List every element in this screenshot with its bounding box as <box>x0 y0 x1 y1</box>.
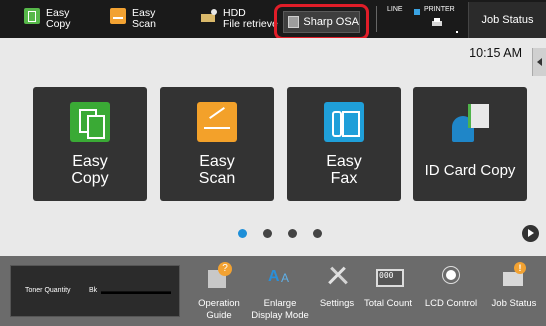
brightness-icon <box>438 262 464 288</box>
bottom-label: Total Count <box>363 298 413 309</box>
tile-label-line1: Easy <box>199 153 235 170</box>
page-dot-active[interactable] <box>238 229 247 238</box>
next-page-button[interactable] <box>522 225 539 242</box>
quick-label-line2: Copy <box>46 18 71 30</box>
device-status-area: LINE PRINTER <box>376 2 466 36</box>
tile-label-line2: Copy <box>71 170 109 187</box>
toner-quantity-panel: Toner Quantity Bk <box>10 265 180 317</box>
tile-easy-fax[interactable]: Easy Fax <box>287 87 401 201</box>
bottom-label: Job Status <box>491 298 537 309</box>
bottom-label-line2: Guide <box>206 310 232 321</box>
tile-label-line1: Easy <box>72 153 108 170</box>
tile-label: ID Card Copy <box>424 162 516 179</box>
tile-easy-copy[interactable]: Easy Copy <box>33 87 147 201</box>
job-status-icon <box>501 262 527 288</box>
bottom-label-line1: Enlarge <box>263 298 297 309</box>
job-status-button[interactable]: Job Status <box>468 2 546 38</box>
side-panel-tab[interactable] <box>532 48 546 76</box>
page-dot[interactable] <box>288 229 297 238</box>
settings-icon <box>324 262 350 288</box>
folder-icon <box>201 8 217 24</box>
bottom-label-line1: Operation <box>198 298 240 309</box>
printer-icon <box>432 18 442 27</box>
job-status-bottom-button[interactable]: Job Status <box>484 258 544 324</box>
indicator-dot <box>456 31 458 33</box>
quick-label-line2: File retrieve <box>223 18 278 30</box>
copy-icon <box>24 8 40 24</box>
enlarge-display-mode-button[interactable]: Enlarge Display Mode <box>244 258 316 324</box>
settings-button[interactable]: Settings <box>312 258 362 324</box>
enlarge-icon <box>267 262 293 288</box>
guide-icon <box>206 262 232 288</box>
status-led-icon <box>414 9 420 15</box>
copy-icon <box>70 102 110 142</box>
top-bar: Easy Copy Easy Scan HDD File retrieve Sh… <box>0 0 546 40</box>
bottom-bar: Toner Quantity Bk Operation Guide Enlarg… <box>0 256 546 326</box>
clock: 10:15 AM <box>469 46 522 60</box>
total-count-button[interactable]: Total Count <box>358 258 418 324</box>
bottom-label: LCD Control <box>424 298 478 309</box>
tile-easy-scan[interactable]: Easy Scan <box>160 87 274 201</box>
line-status-label: LINE <box>387 6 403 13</box>
tile-id-card-copy[interactable]: ID Card Copy <box>413 87 527 201</box>
operation-guide-button[interactable]: Operation Guide <box>188 258 250 324</box>
quick-label-line2: Scan <box>132 18 156 30</box>
lcd-control-button[interactable]: LCD Control <box>418 258 484 324</box>
scan-icon <box>197 102 237 142</box>
tile-label-line1: Easy <box>326 153 362 170</box>
page-dot[interactable] <box>263 229 272 238</box>
bottom-label-line2: Display Mode <box>251 310 309 321</box>
bottom-label: Settings <box>319 298 355 309</box>
counter-icon <box>375 262 404 288</box>
toner-level-bar <box>101 291 171 294</box>
sharp-osa-button[interactable]: Sharp OSA <box>283 11 360 33</box>
page-dot[interactable] <box>313 229 322 238</box>
scan-icon <box>110 8 126 24</box>
tile-label-line2: Scan <box>198 170 236 187</box>
sharp-osa-label: Sharp OSA <box>303 16 359 28</box>
app-icon <box>288 16 300 28</box>
tile-label-line2: Fax <box>330 170 358 187</box>
toner-color-label: Bk <box>89 287 98 294</box>
fax-icon <box>324 102 364 142</box>
quick-hdd-file-retrieve-button[interactable]: HDD File retrieve <box>201 8 278 32</box>
quick-easy-scan-button[interactable]: Easy Scan <box>110 8 156 32</box>
osa-highlight-frame: Sharp OSA <box>274 4 369 40</box>
page-indicator <box>238 229 338 238</box>
printer-status-label: PRINTER <box>424 6 455 13</box>
quick-easy-copy-button[interactable]: Easy Copy <box>24 8 71 32</box>
divider <box>376 6 377 32</box>
toner-quantity-label: Toner Quantity <box>25 287 71 294</box>
id-card-icon <box>450 102 490 142</box>
home-screen: 10:15 AM Easy Copy Easy Scan Easy Fax ID… <box>0 38 546 256</box>
